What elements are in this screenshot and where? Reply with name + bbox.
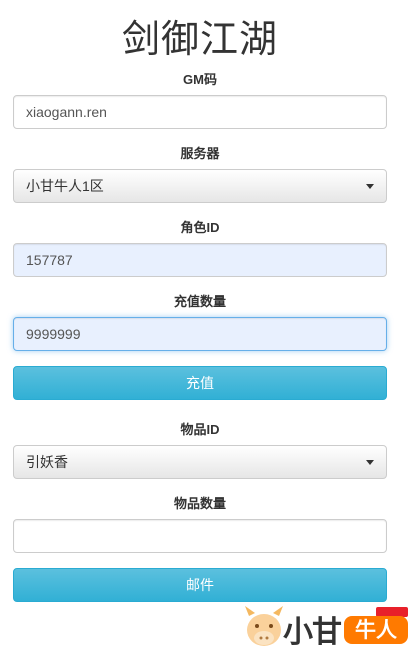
- recharge-amount-input[interactable]: [13, 317, 387, 351]
- cow-mascot-icon: [245, 606, 283, 646]
- mail-button[interactable]: 邮件: [13, 568, 387, 602]
- item-id-select[interactable]: 引妖香: [13, 445, 387, 479]
- chevron-down-icon: [366, 184, 374, 189]
- recharge-button[interactable]: 充值: [13, 366, 387, 400]
- chevron-down-icon: [366, 460, 374, 465]
- gm-code-label: GM码: [183, 72, 217, 87]
- watermark-logo: 小甘 牛人: [243, 604, 410, 652]
- server-selected-value: 小甘牛人1区: [26, 178, 104, 194]
- gm-code-input[interactable]: [13, 95, 387, 129]
- recharge-amount-label: 充值数量: [173, 294, 226, 309]
- item-id-label: 物品ID: [180, 422, 220, 437]
- watermark-text: 小甘: [283, 615, 342, 650]
- page-title: 剑御江湖: [121, 17, 278, 61]
- item-id-selected-value: 引妖香: [26, 454, 68, 470]
- server-label: 服务器: [180, 146, 220, 161]
- item-quantity-input[interactable]: [13, 519, 387, 553]
- server-select[interactable]: 小甘牛人1区: [13, 169, 387, 203]
- item-quantity-label: 物品数量: [173, 496, 226, 511]
- role-id-label: 角色ID: [180, 220, 220, 235]
- watermark-badge: 牛人: [344, 616, 408, 644]
- role-id-input[interactable]: [13, 243, 387, 277]
